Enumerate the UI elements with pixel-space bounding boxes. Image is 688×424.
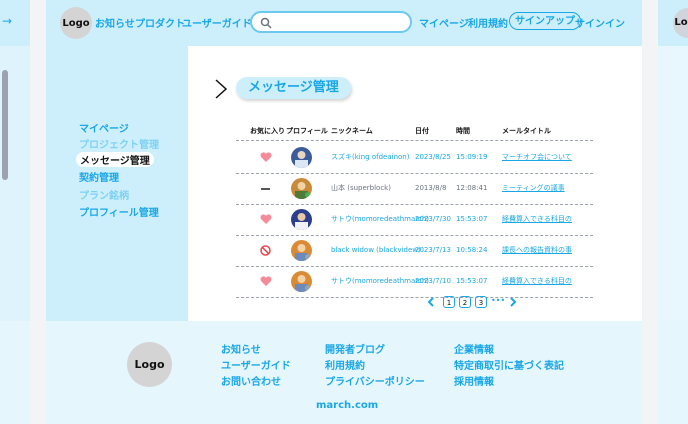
col-header-mail-title: メールタイトル (502, 127, 551, 135)
avatar[interactable] (291, 147, 312, 168)
sidebar-item-plans[interactable]: プラン銘柄 (79, 187, 129, 202)
footer-link-contact[interactable]: お問い合わせ (221, 373, 281, 388)
time: 15:53:07 (456, 215, 488, 223)
col-header-nickname: ニックネーム (331, 127, 373, 135)
footer-link-terms[interactable]: 利用規約 (325, 357, 365, 372)
right-page-peek: Logo (658, 0, 688, 424)
page-2-button[interactable]: 2 (459, 296, 471, 308)
mail-title-link[interactable]: 経費算入できる科目の (502, 266, 572, 297)
signup-button[interactable]: サインアップ (509, 12, 581, 30)
next-page-icon[interactable] (509, 297, 517, 307)
scrollbar-thumb[interactable] (2, 70, 8, 180)
blocked-icon[interactable] (260, 245, 271, 256)
pagination-ellipsis: ••• (491, 296, 506, 305)
date: 2023/8/25 (415, 153, 451, 161)
dash-icon[interactable] (261, 188, 270, 190)
table-header-divider (236, 140, 593, 141)
table-row[interactable]: スズキ(king ofdeainon) 2023/8/25 15:09:19 マ… (236, 142, 593, 174)
avatar[interactable] (291, 178, 312, 199)
time: 15:53:07 (456, 277, 488, 285)
mail-title-link[interactable]: マーチオフ会について (502, 142, 572, 173)
avatar[interactable] (291, 271, 312, 292)
prev-page-icon[interactable] (427, 297, 435, 307)
nav-product[interactable]: プロダクト (135, 15, 185, 30)
date: 2013/8/8 (415, 184, 447, 192)
nickname[interactable]: 山本 (superblock) (331, 173, 391, 204)
footer-logo[interactable]: Logo (127, 342, 172, 387)
header-logo[interactable]: Logo (60, 7, 92, 39)
footer-link-user-guide[interactable]: ユーザーガイド (221, 357, 291, 372)
page-frame: Logo お知らせ プロダクト ユーザーガイド マイページ 利用規約 サインアッ… (46, 0, 642, 424)
sidebar-item-profile[interactable]: プロフィール管理 (79, 204, 159, 219)
time: 12:08:41 (456, 184, 488, 192)
search-icon (260, 17, 272, 29)
footer-link-news[interactable]: お知らせ (221, 341, 261, 356)
page-3-button[interactable]: 3 (475, 296, 487, 308)
footer-domain[interactable]: march.com (316, 400, 378, 411)
avatar[interactable] (291, 209, 312, 230)
col-header-date: 日付 (415, 127, 429, 135)
nav-mypage[interactable]: マイページ (419, 15, 469, 30)
header: Logo お知らせ プロダクト ユーザーガイド マイページ 利用規約 サインアッ… (46, 0, 642, 46)
nav-terms[interactable]: 利用規約 (468, 15, 508, 30)
chevron-left-icon[interactable]: → (2, 14, 12, 28)
nav-news[interactable]: お知らせ (95, 15, 135, 30)
nickname[interactable]: black widow (blackvidew) (331, 235, 421, 266)
main-content: メッセージ管理 お気に入り プロフィール ニックネーム 日付 時間 メールタイト… (188, 46, 642, 321)
footer-link-dev-blog[interactable]: 開発者ブログ (325, 341, 385, 356)
page-1-button[interactable]: 1 (443, 296, 455, 308)
date: 2023/7/30 (415, 215, 451, 223)
sidebar-item-messages[interactable]: メッセージ管理 (76, 152, 154, 167)
sidebar-item-projects[interactable]: プロジェクト管理 (79, 136, 159, 151)
footer-link-privacy[interactable]: プライバシーポリシー (325, 373, 425, 388)
col-header-time: 時間 (456, 127, 470, 135)
heart-icon[interactable] (260, 152, 272, 163)
heart-icon[interactable] (260, 214, 272, 225)
date: 2023/7/10 (415, 277, 451, 285)
mail-title-link[interactable]: ミーティングの議事 (502, 173, 565, 204)
nav-user-guide[interactable]: ユーザーガイド (182, 15, 252, 30)
chevron-right-icon (215, 79, 228, 99)
heart-icon[interactable] (260, 276, 272, 287)
left-page-peek: → (0, 0, 30, 424)
table-row[interactable]: black widow (blackvidew) 2023/7/13 10:58… (236, 235, 593, 267)
signin-link[interactable]: サインイン (575, 15, 625, 30)
page-title: メッセージ管理 (236, 77, 351, 99)
table-row[interactable]: サトウ(momoredeathmarch) 2023/7/30 15:53:07… (236, 204, 593, 236)
nickname[interactable]: スズキ(king ofdeainon) (331, 142, 409, 173)
time: 10:58:24 (456, 246, 488, 254)
footer-link-commerce-law[interactable]: 特定商取引に基づく表記 (454, 357, 564, 372)
search-input[interactable] (250, 11, 412, 33)
sidebar-item-mypage[interactable]: マイページ (79, 120, 129, 135)
col-header-profile: プロフィール (286, 127, 328, 135)
footer-link-company[interactable]: 企業情報 (454, 341, 494, 356)
table-row[interactable]: 山本 (superblock) 2013/8/8 12:08:41 ミーティング… (236, 173, 593, 205)
date: 2023/7/13 (415, 246, 451, 254)
avatar[interactable] (291, 240, 312, 261)
mail-title-link[interactable]: 課長への報告資料の事 (502, 235, 572, 266)
col-header-favorite: お気に入り (250, 127, 285, 135)
time: 15:09:19 (456, 153, 488, 161)
sidebar-item-contracts[interactable]: 契約管理 (79, 169, 119, 184)
sidebar: マイページ プロジェクト管理 メッセージ管理 契約管理 プラン銘柄 プロフィール… (46, 46, 188, 321)
peek-logo: Logo (673, 8, 688, 38)
table-row[interactable]: サトウ(momoredeathmarch) 2023/7/10 15:53:07… (236, 266, 593, 298)
mail-title-link[interactable]: 経費算入できる科目の (502, 204, 572, 235)
footer-link-careers[interactable]: 採用情報 (454, 373, 494, 388)
